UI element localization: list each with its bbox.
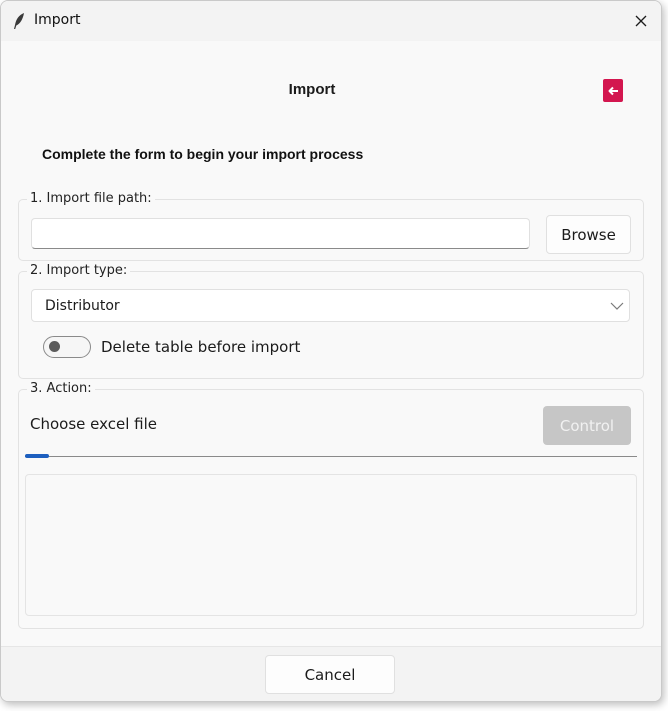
action-label: 3. Action: — [27, 381, 95, 396]
page-title: Import — [288, 81, 336, 98]
file-path-group: 1. Import file path: Browse — [18, 191, 644, 261]
import-type-select[interactable]: Distributor — [31, 289, 630, 322]
import-type-label: 2. Import type: — [27, 263, 131, 278]
import-type-value: Distributor — [45, 298, 120, 314]
close-icon — [635, 15, 647, 27]
title-bar: Import — [1, 1, 661, 41]
form-instructions: Complete the form to begin your import p… — [42, 146, 364, 162]
exit-icon — [608, 86, 618, 95]
progress-track — [25, 456, 637, 457]
delete-table-toggle[interactable] — [43, 336, 91, 358]
chevron-down-icon — [610, 302, 624, 310]
toggle-knob — [49, 341, 60, 352]
window-title: Import — [34, 12, 81, 28]
control-button[interactable]: Control — [543, 406, 631, 445]
close-button[interactable] — [621, 1, 661, 41]
file-path-input[interactable] — [31, 218, 530, 249]
browse-button[interactable]: Browse — [546, 215, 631, 254]
progress-bar — [25, 454, 49, 458]
footer: Cancel — [1, 646, 661, 701]
import-type-group: 2. Import type: Distributor Delete table… — [18, 263, 644, 379]
feather-icon — [14, 13, 24, 29]
action-group: 3. Action: Choose excel file Control — [18, 381, 644, 629]
file-path-label: 1. Import file path: — [27, 191, 155, 206]
delete-table-label: Delete table before import — [101, 338, 301, 356]
exit-button[interactable] — [603, 79, 623, 102]
action-status: Choose excel file — [30, 415, 157, 433]
import-dialog: Import Import Complete the form to begin… — [0, 0, 662, 702]
cancel-button[interactable]: Cancel — [265, 655, 395, 694]
log-output[interactable] — [25, 474, 637, 616]
